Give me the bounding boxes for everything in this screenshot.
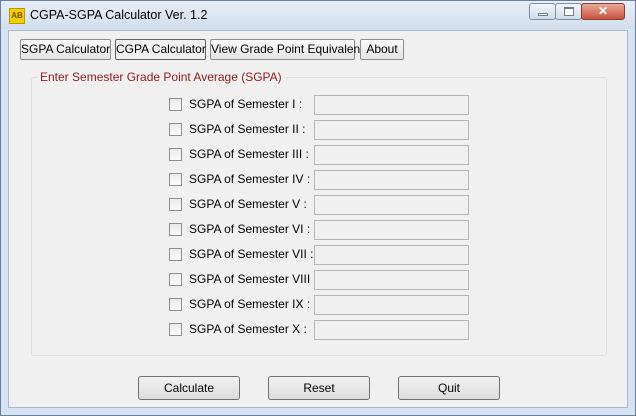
groupbox-label: Enter Semester Grade Point Average (SGPA… [38,70,284,84]
semester-1-sgpa-input[interactable] [314,95,469,115]
semester-4-checkbox[interactable] [169,173,182,186]
quit-button[interactable]: Quit [398,376,500,400]
tab-view-grade-point-equivalent[interactable]: View Grade Point Equivalent [210,39,364,60]
minimize-button[interactable] [529,3,556,20]
semester-9-label: SGPA of Semester IX : [189,297,311,311]
tab-cgpa-calculator[interactable]: CGPA Calculator [115,39,206,60]
semester-5-sgpa-input[interactable] [314,195,469,215]
semester-9-checkbox[interactable] [169,298,182,311]
tab-sgpa-calculator[interactable]: SGPA Calculator [20,39,111,60]
semester-3-checkbox[interactable] [169,148,182,161]
semester-6-checkbox[interactable] [169,223,182,236]
semester-3-label: SGPA of Semester III : [189,147,309,161]
semester-10-sgpa-input[interactable] [314,320,469,340]
tab-about[interactable]: About [360,39,404,60]
app-icon: AB [9,8,25,24]
semester-4-label: SGPA of Semester IV : [189,172,311,186]
maximize-icon [564,7,574,16]
semester-7-sgpa-input[interactable] [314,245,469,265]
semester-1-label: SGPA of Semester I : [189,97,303,111]
semester-9-sgpa-input[interactable] [314,295,469,315]
semester-5-checkbox[interactable] [169,198,182,211]
semester-10-label: SGPA of Semester X : [189,322,307,336]
semester-2-sgpa-input[interactable] [314,120,469,140]
semester-6-sgpa-input[interactable] [314,220,469,240]
maximize-button[interactable] [555,3,582,20]
semester-7-checkbox[interactable] [169,248,182,261]
semester-7-label: SGPA of Semester VII : [189,247,314,261]
semester-8-label: SGPA of Semester VIII : [189,272,317,286]
reset-button[interactable]: Reset [268,376,370,400]
semester-8-sgpa-input[interactable] [314,270,469,290]
calculate-button[interactable]: Calculate [138,376,240,400]
app-window: AB CGPA-SGPA Calculator Ver. 1.2 ✕ SGPA … [0,0,636,416]
close-icon: ✕ [597,4,609,18]
close-button[interactable]: ✕ [581,3,625,20]
semester-10-checkbox[interactable] [169,323,182,336]
window-title: CGPA-SGPA Calculator Ver. 1.2 [30,8,208,22]
semester-2-checkbox[interactable] [169,123,182,136]
semester-8-checkbox[interactable] [169,273,182,286]
minimize-icon [538,13,548,16]
semester-3-sgpa-input[interactable] [314,145,469,165]
semester-6-label: SGPA of Semester VI : [189,222,311,236]
semester-4-sgpa-input[interactable] [314,170,469,190]
semester-2-label: SGPA of Semester II : [189,122,306,136]
semester-1-checkbox[interactable] [169,98,182,111]
semester-5-label: SGPA of Semester V : [189,197,307,211]
title-bar[interactable]: AB CGPA-SGPA Calculator Ver. 1.2 ✕ [1,1,635,29]
client-area: SGPA Calculator CGPA Calculator View Gra… [8,30,628,408]
